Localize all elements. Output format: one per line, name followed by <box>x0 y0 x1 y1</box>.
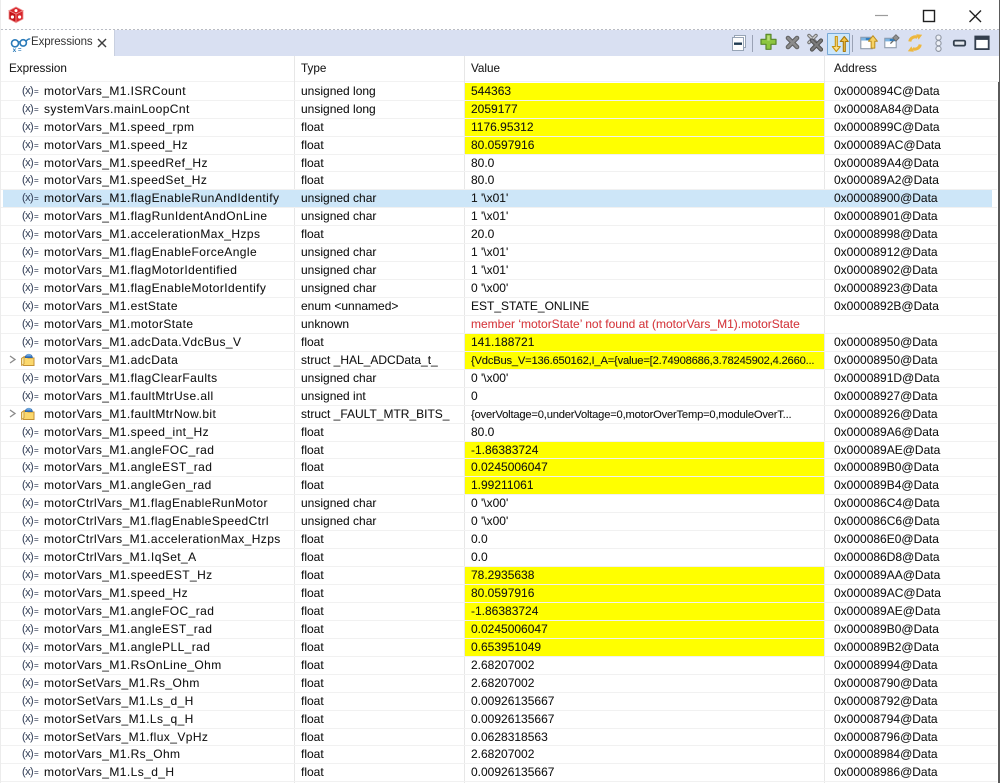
svg-text:=: = <box>18 48 22 54</box>
svg-text:x: x <box>13 47 17 53</box>
